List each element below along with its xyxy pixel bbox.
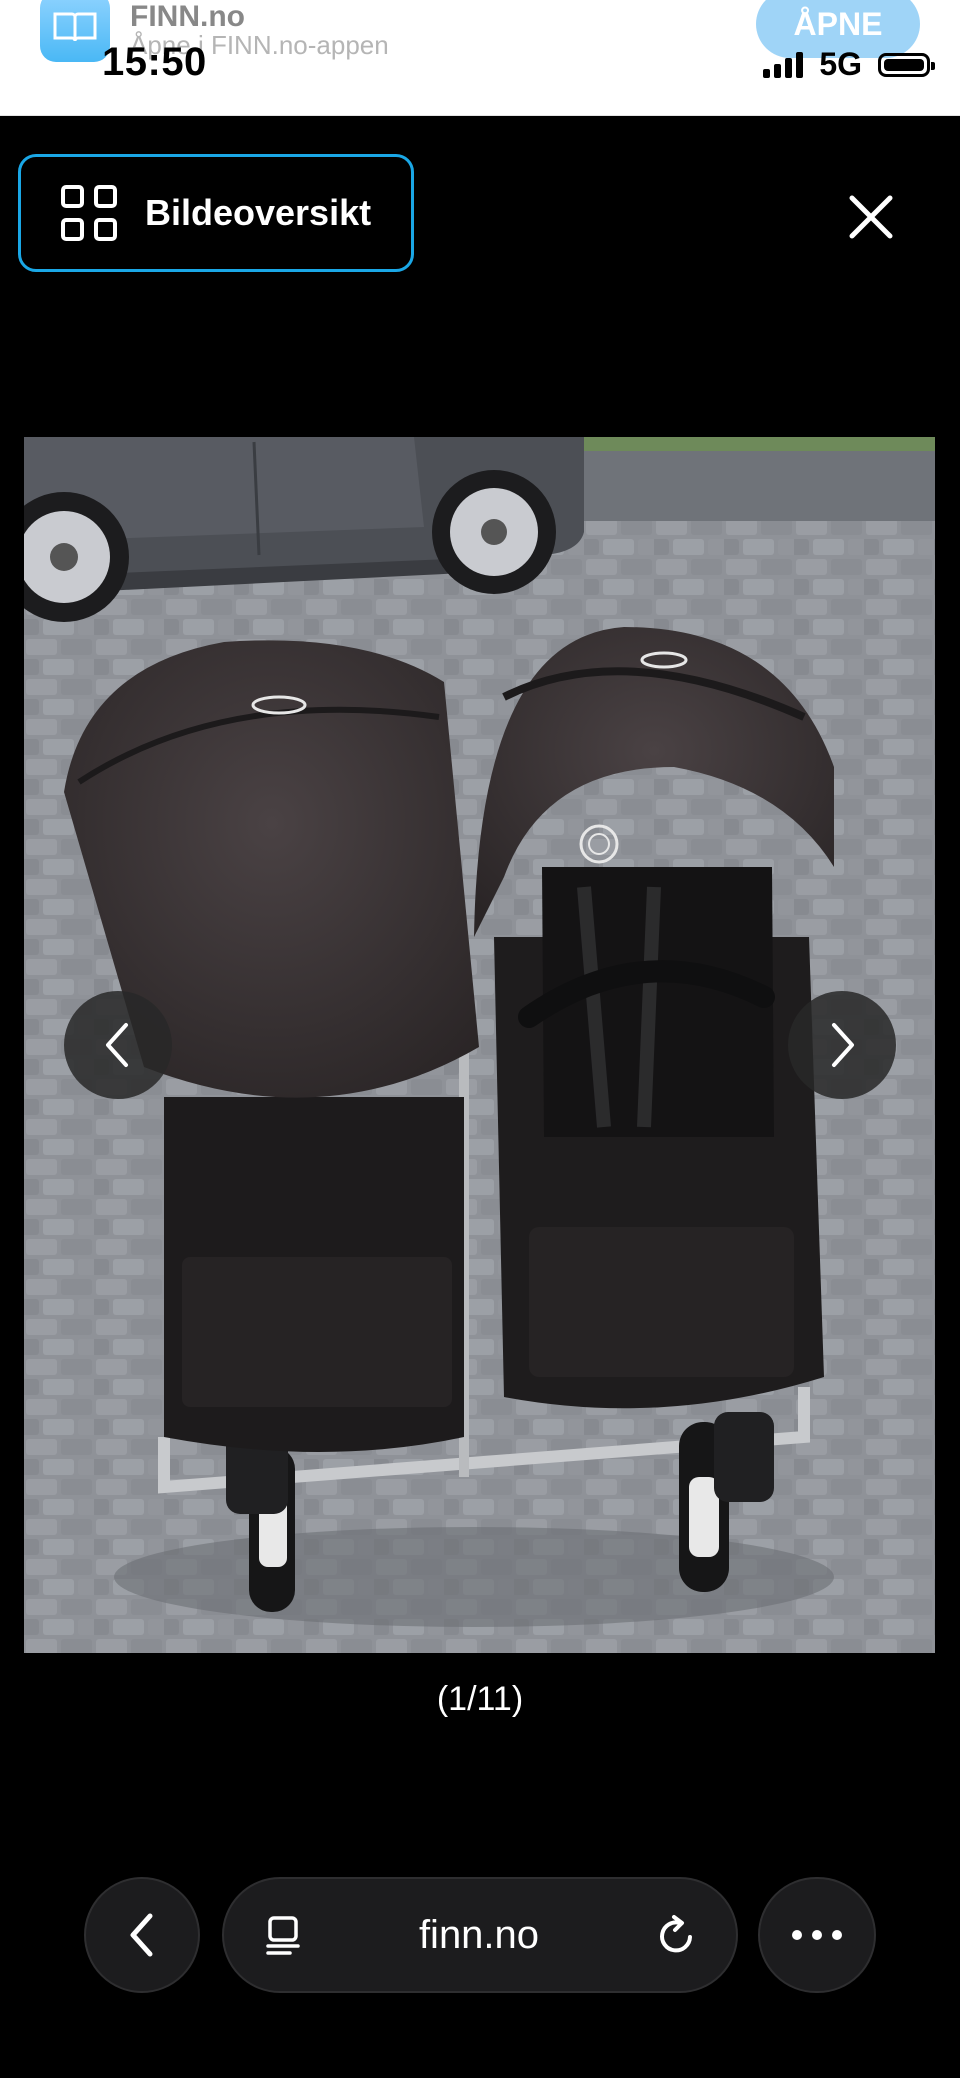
finn-app-icon xyxy=(40,0,110,62)
reload-icon[interactable] xyxy=(654,1913,698,1957)
grid-icon xyxy=(61,185,117,241)
image-counter: (1/11) xyxy=(436,1680,524,1718)
signal-icon xyxy=(763,51,804,78)
address-bar-domain: finn.no xyxy=(418,1912,540,1957)
chevron-right-icon xyxy=(832,1023,854,1067)
more-icon xyxy=(792,1930,802,1940)
page-icon[interactable] xyxy=(262,1914,304,1956)
battery-icon xyxy=(878,52,935,77)
network-type: 5G xyxy=(819,46,862,82)
status-indicators: 5G xyxy=(763,46,935,83)
chevron-left-icon xyxy=(106,1023,128,1067)
close-icon xyxy=(849,195,893,239)
previous-image-button[interactable] xyxy=(64,991,172,1099)
close-button[interactable] xyxy=(838,184,904,250)
next-image-button[interactable] xyxy=(788,991,896,1099)
status-time: 15:50 xyxy=(102,40,207,84)
address-bar[interactable]: finn.no xyxy=(222,1877,738,1993)
chevron-left-icon xyxy=(130,1913,153,1957)
more-options-button[interactable] xyxy=(758,1877,876,1993)
image-overview-button[interactable]: Bildeoversikt xyxy=(18,154,414,272)
image-overview-label: Bildeoversikt xyxy=(145,192,372,233)
banner-app-name: FINN.no xyxy=(130,0,245,33)
app-banner: FINN.no Åpne i FINN.no-appen 15:50 ÅPNE … xyxy=(0,0,960,116)
browser-back-button[interactable] xyxy=(84,1877,200,1993)
